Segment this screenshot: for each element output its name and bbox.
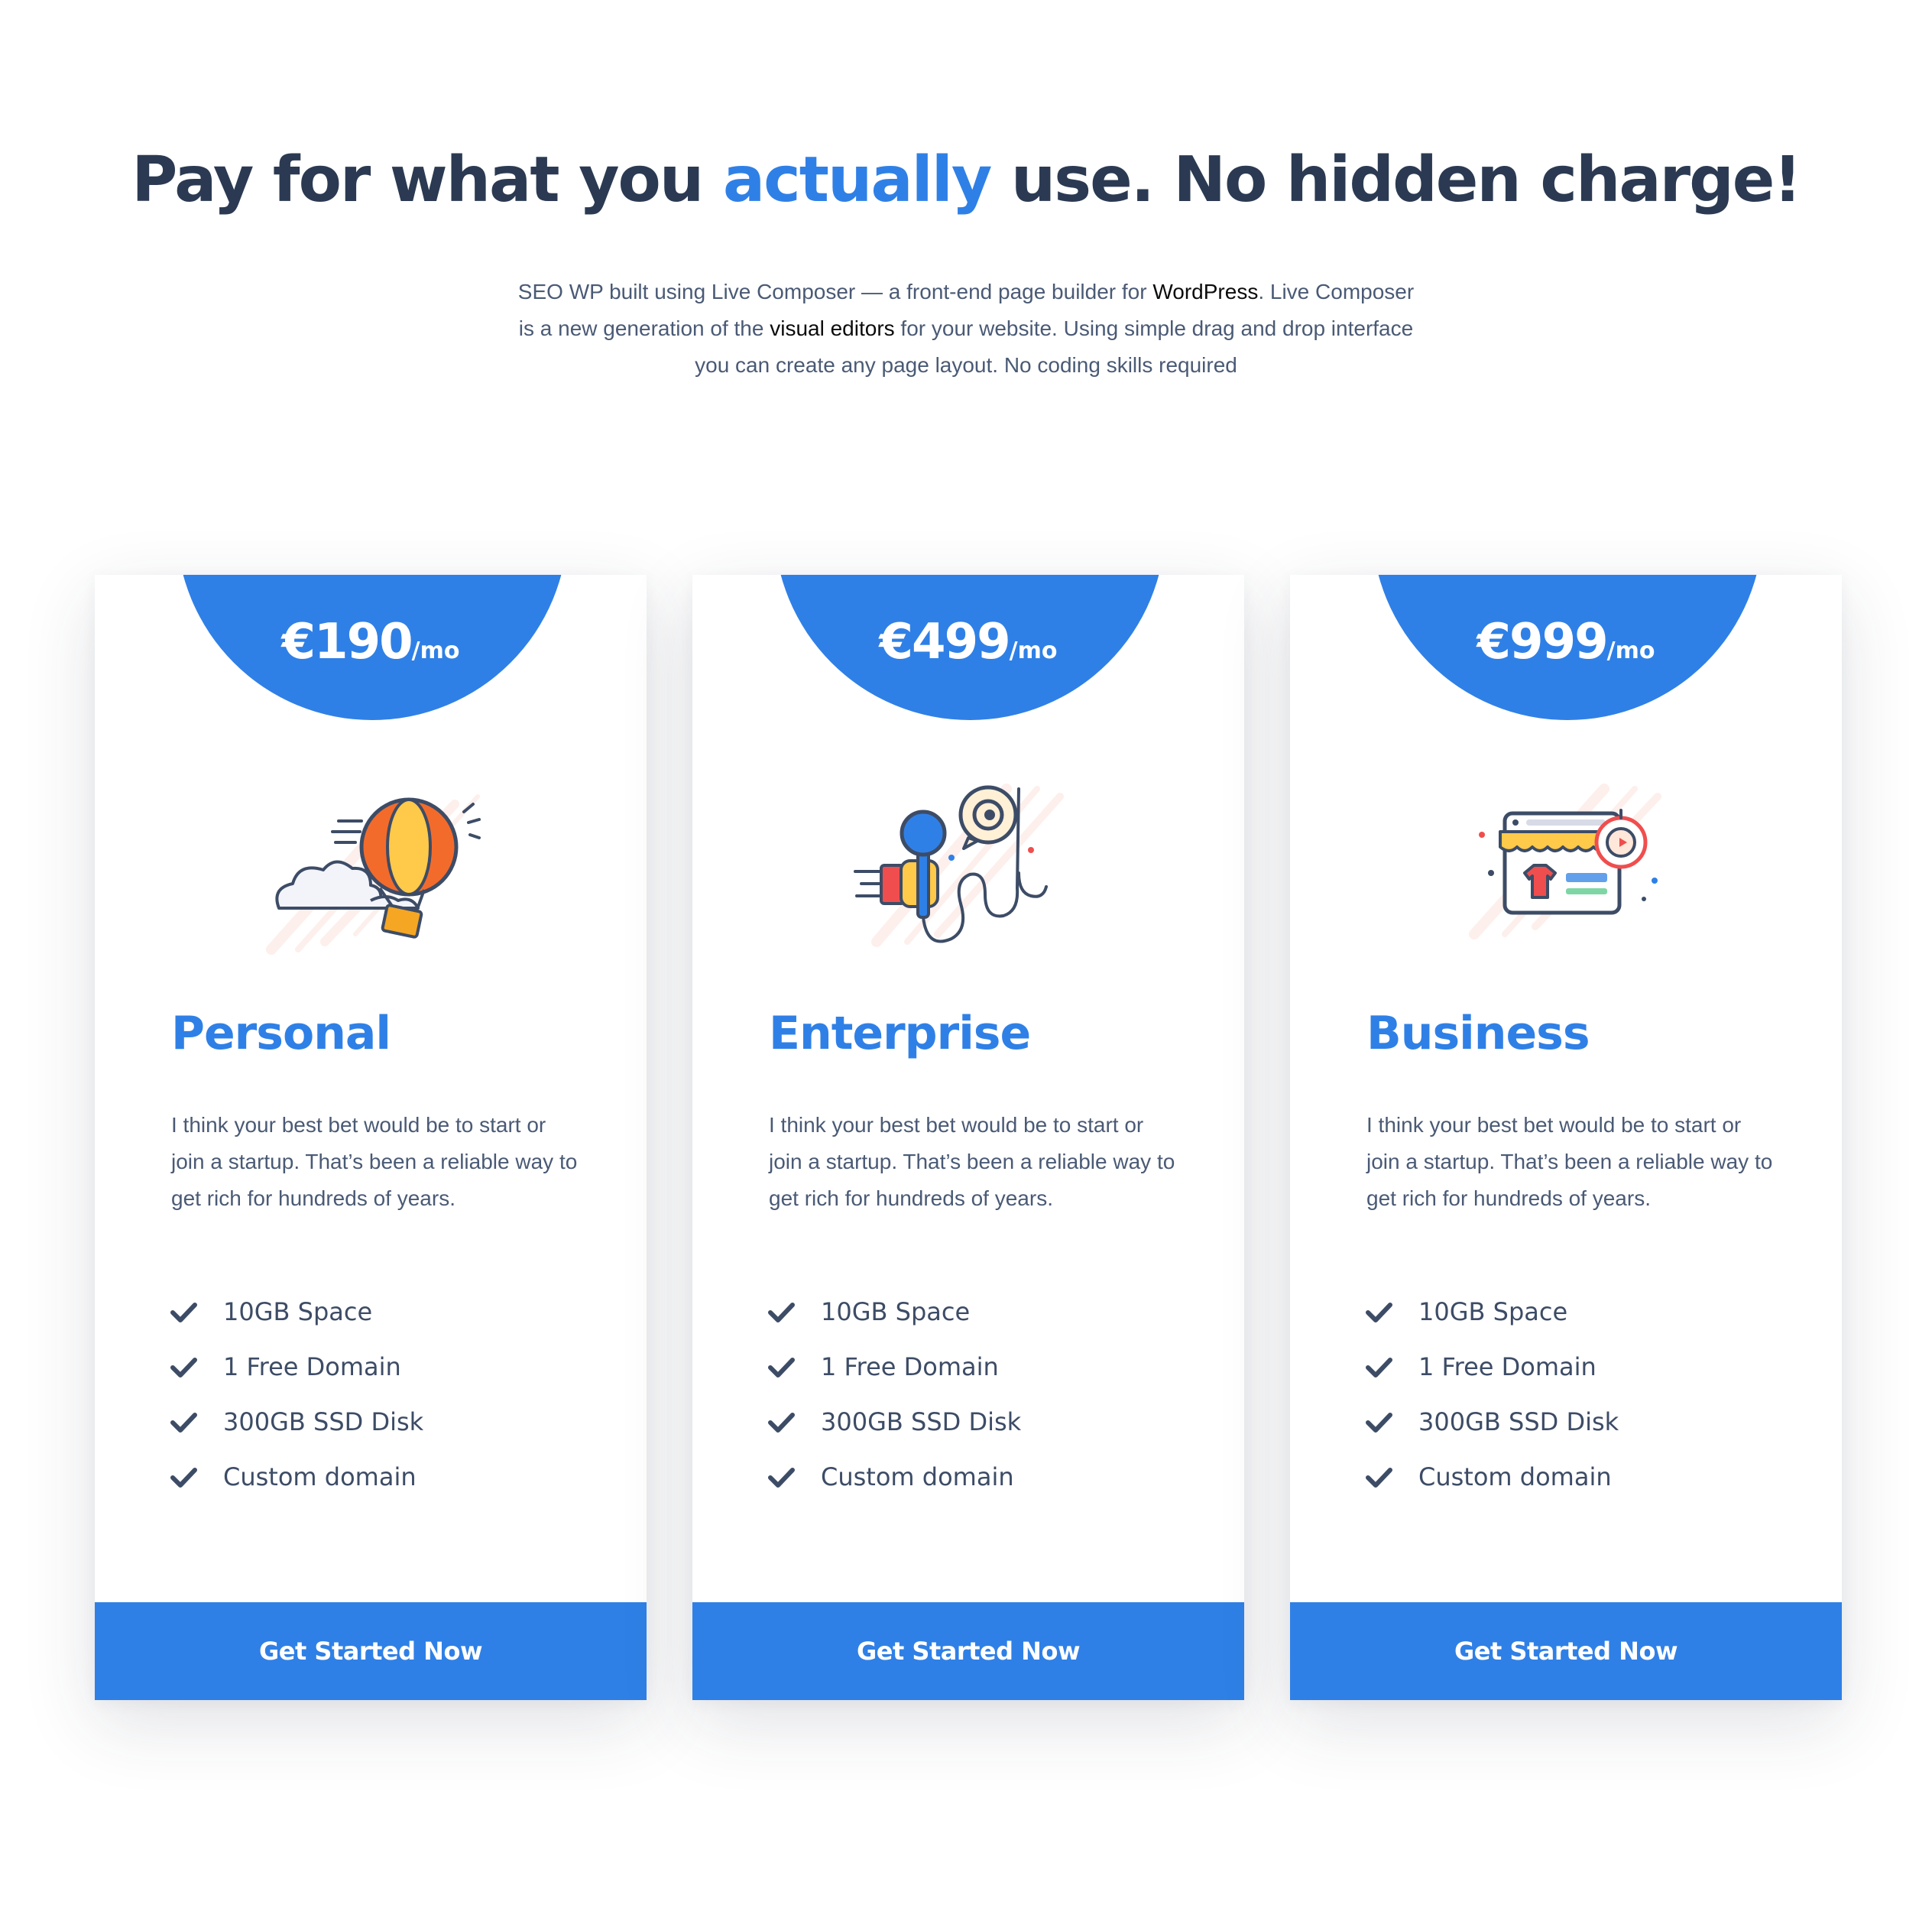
check-icon	[1366, 1413, 1392, 1433]
feature-label: 300GB SSD Disk	[223, 1407, 424, 1436]
plan-name: Business	[1366, 1007, 1590, 1060]
online-store-icon	[1469, 784, 1661, 939]
title-accent: actually	[722, 144, 993, 216]
check-icon	[170, 1358, 197, 1377]
get-started-button[interactable]: Get Started Now	[95, 1602, 647, 1700]
feature-label: 10GB Space	[1418, 1297, 1568, 1326]
plan-name: Enterprise	[769, 1007, 1031, 1060]
price-label: €190/mo	[95, 612, 647, 685]
feature-item: Custom domain	[766, 1449, 1021, 1504]
check-icon	[170, 1468, 197, 1488]
check-icon	[170, 1413, 197, 1433]
feature-item: 300GB SSD Disk	[766, 1394, 1021, 1449]
feature-item: 1 Free Domain	[766, 1339, 1021, 1394]
feature-item: 10GB Space	[168, 1284, 423, 1339]
price-amount: €499	[879, 614, 1011, 670]
title-part-1: Pay for what you	[131, 144, 723, 216]
check-icon	[768, 1303, 795, 1322]
price-period: /mo	[1009, 638, 1058, 664]
intro-part-1: SEO WP built using Live Composer — a fro…	[517, 280, 1153, 303]
plan-name: Personal	[171, 1007, 391, 1060]
feature-label: 10GB Space	[223, 1297, 373, 1326]
feature-label: 1 Free Domain	[821, 1352, 999, 1381]
plan-description: I think your best bet would be to start …	[1366, 1113, 1773, 1210]
title-part-2: use. No hidden charge!	[990, 144, 1802, 216]
pricing-card-enterprise: €499/mo Enterprise I think your best bet…	[692, 575, 1244, 1700]
get-started-button[interactable]: Get Started Now	[1290, 1602, 1842, 1700]
feature-label: 1 Free Domain	[1418, 1352, 1596, 1381]
check-icon	[768, 1358, 795, 1377]
feature-item: Custom domain	[168, 1449, 423, 1504]
feature-list: 10GB Space 1 Free Domain 300GB SSD Disk …	[1363, 1284, 1619, 1504]
price-label: €499/mo	[692, 612, 1244, 685]
feature-list: 10GB Space 1 Free Domain 300GB SSD Disk …	[168, 1284, 423, 1504]
feature-label: 10GB Space	[821, 1297, 971, 1326]
feature-label: Custom domain	[1418, 1462, 1612, 1491]
price-label: €999/mo	[1290, 612, 1842, 685]
feature-label: 300GB SSD Disk	[1418, 1407, 1619, 1436]
check-icon	[1366, 1468, 1392, 1488]
pricing-card-business: €999/mo Business I think your best bet w…	[1290, 575, 1842, 1700]
feature-list: 10GB Space 1 Free Domain 300GB SSD Disk …	[766, 1284, 1021, 1504]
feature-label: Custom domain	[223, 1462, 417, 1491]
microphone-speech-icon	[854, 784, 1064, 947]
plan-description: I think your best bet would be to start …	[769, 1113, 1175, 1210]
price-period: /mo	[1606, 638, 1655, 664]
feature-item: 300GB SSD Disk	[1363, 1394, 1619, 1449]
check-icon	[768, 1413, 795, 1433]
feature-item: 10GB Space	[766, 1284, 1021, 1339]
check-icon	[768, 1468, 795, 1488]
hot-air-balloon-icon	[266, 794, 481, 955]
intro-text: SEO WP built using Live Composer — a fro…	[507, 274, 1425, 384]
feature-item: 1 Free Domain	[1363, 1339, 1619, 1394]
pricing-card-personal: €190/mo Personal I think your best bet w…	[95, 575, 647, 1700]
page-title: Pay for what you actually use. No hidden…	[0, 135, 1932, 226]
visual-editors-link[interactable]: visual editors	[770, 316, 894, 340]
price-amount: €999	[1477, 614, 1609, 670]
check-icon	[1366, 1303, 1392, 1322]
wordpress-link[interactable]: WordPress	[1152, 280, 1258, 303]
feature-item: 10GB Space	[1363, 1284, 1619, 1339]
get-started-button[interactable]: Get Started Now	[692, 1602, 1244, 1700]
feature-item: 1 Free Domain	[168, 1339, 423, 1394]
feature-label: 1 Free Domain	[223, 1352, 401, 1381]
price-amount: €190	[281, 614, 413, 670]
feature-label: 300GB SSD Disk	[821, 1407, 1022, 1436]
price-period: /mo	[411, 638, 460, 664]
check-icon	[1366, 1358, 1392, 1377]
feature-item: Custom domain	[1363, 1449, 1619, 1504]
check-icon	[170, 1303, 197, 1322]
feature-item: 300GB SSD Disk	[168, 1394, 423, 1449]
plan-description: I think your best bet would be to start …	[171, 1113, 578, 1210]
feature-label: Custom domain	[821, 1462, 1014, 1491]
